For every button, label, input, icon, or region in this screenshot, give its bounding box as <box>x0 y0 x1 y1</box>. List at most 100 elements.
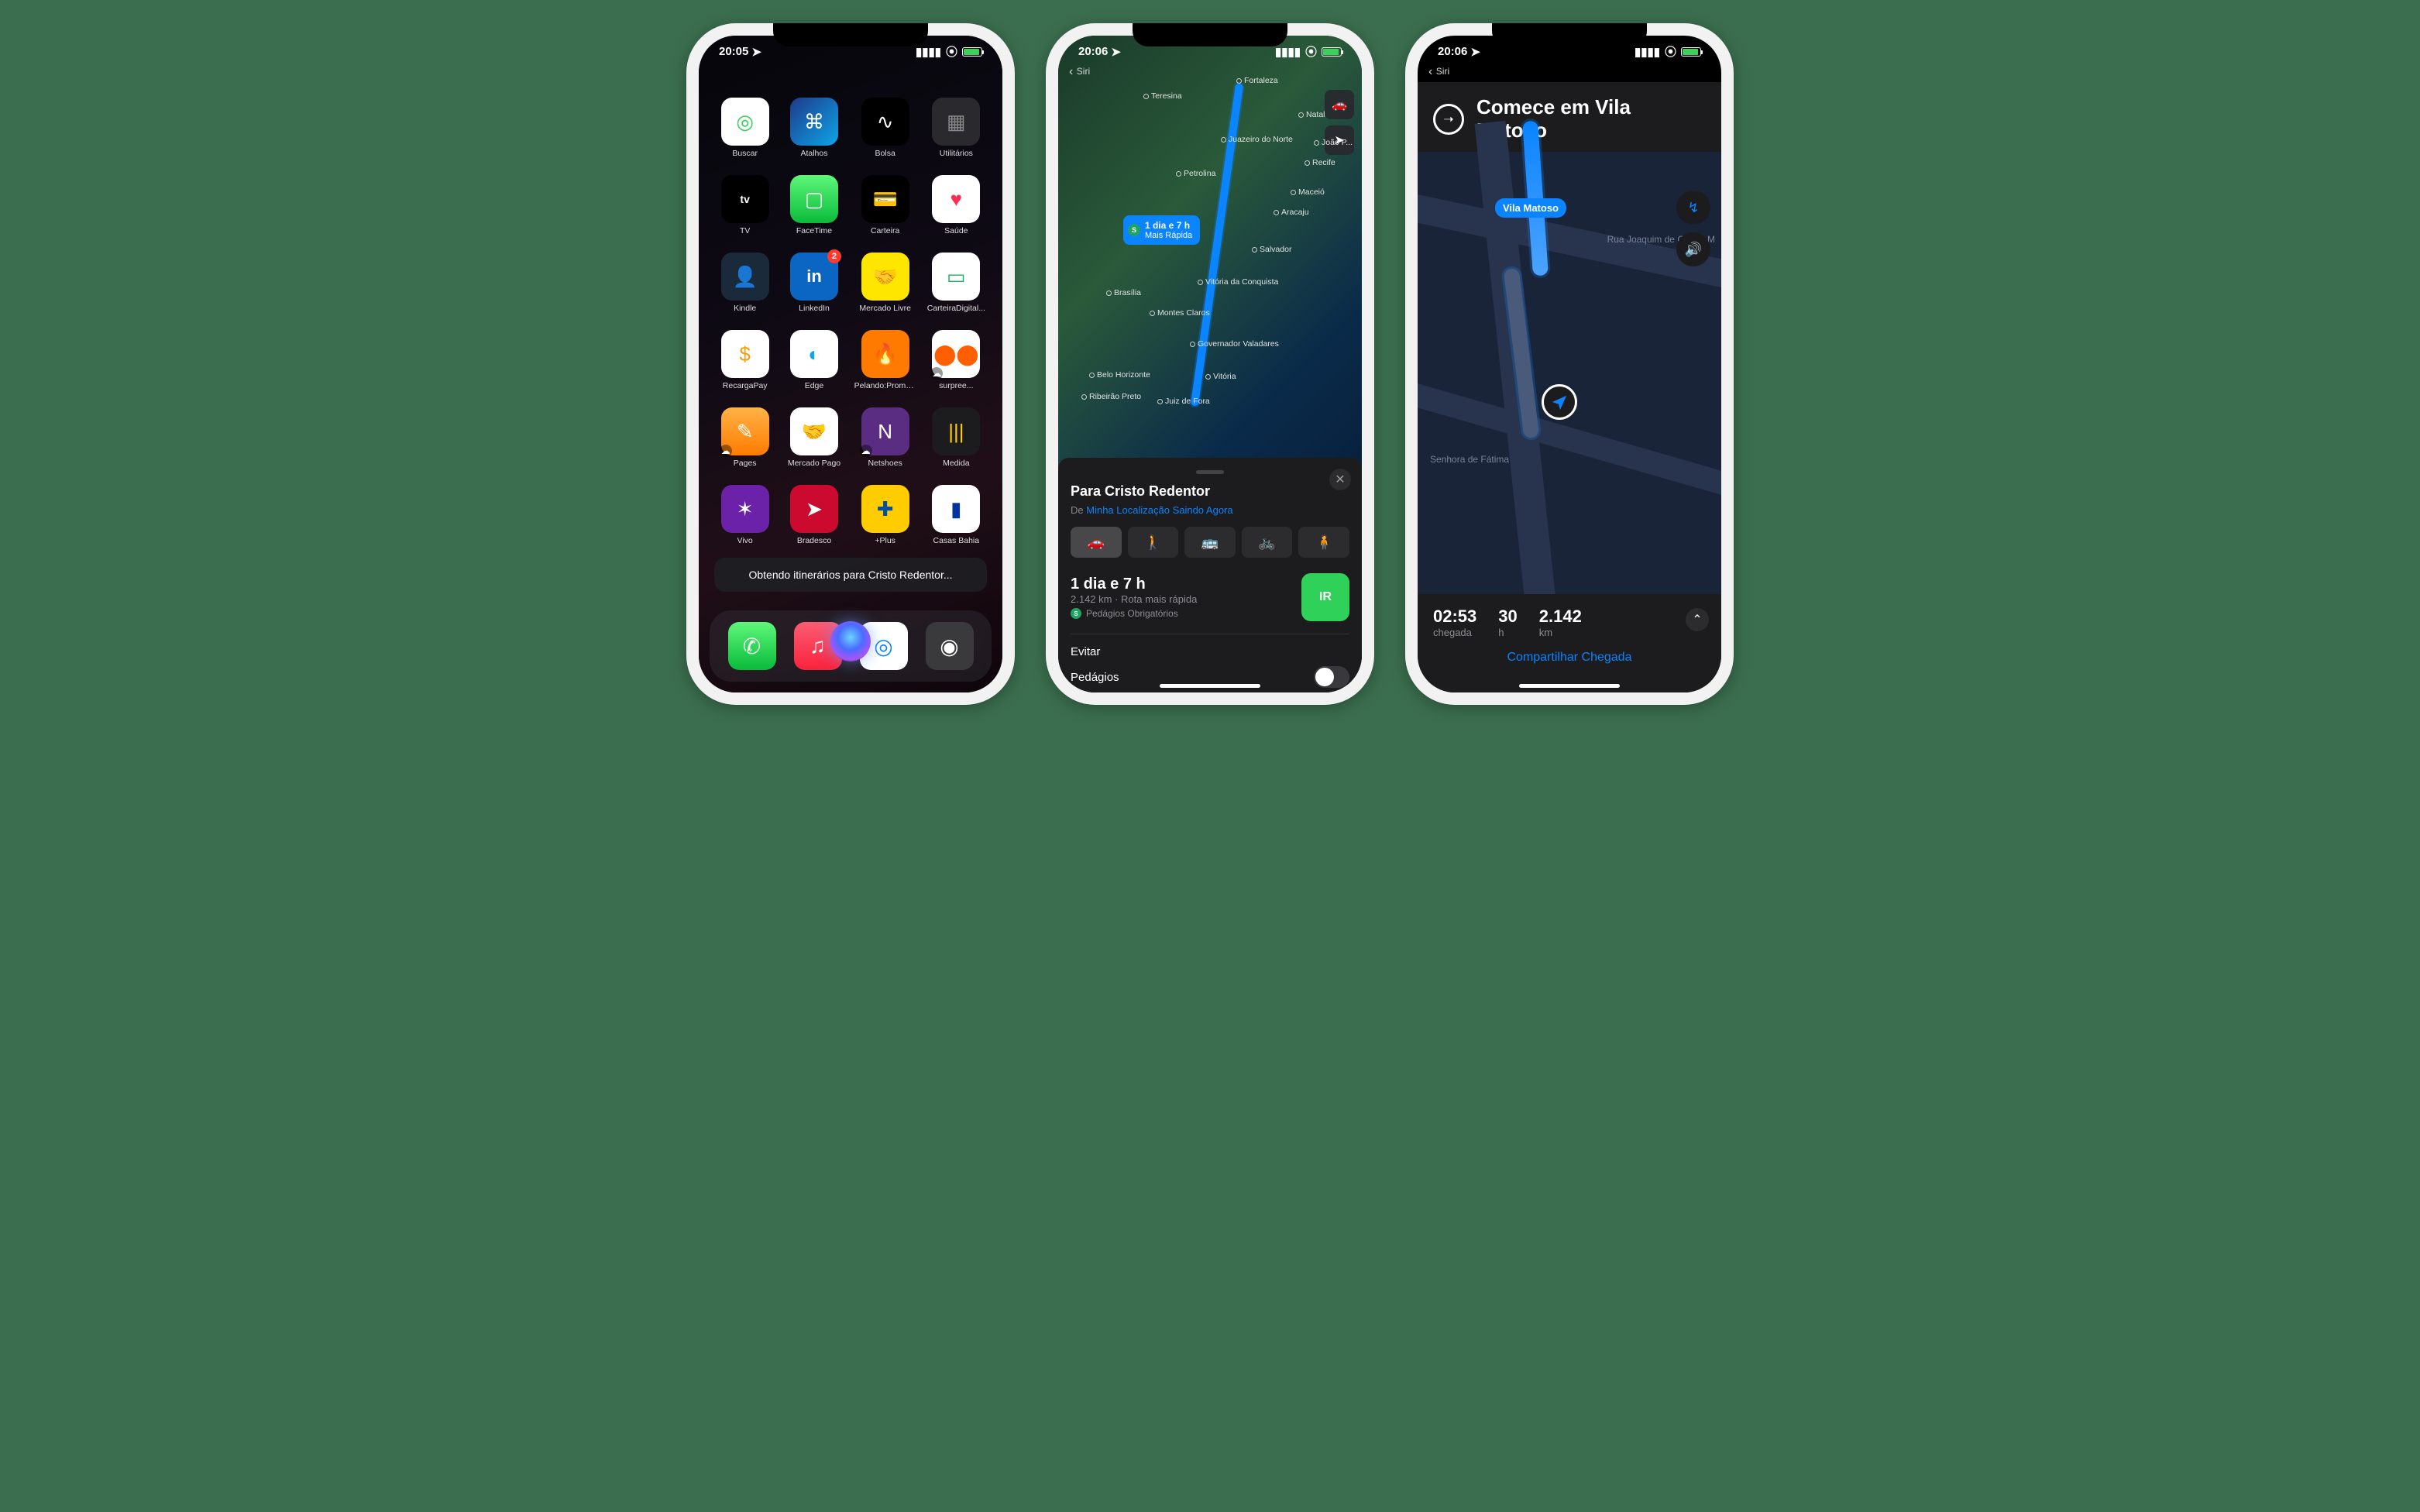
notch <box>1492 23 1647 46</box>
app-bolsa[interactable]: ∿Bolsa <box>854 98 916 158</box>
dock-app-phone[interactable]: ✆ <box>728 622 776 670</box>
clock: 20:05 <box>719 45 748 58</box>
app-atalhos[interactable]: ⌘Atalhos <box>785 98 843 158</box>
battery-icon <box>1681 47 1701 57</box>
trip-stats: 02:53chegada 30h 2.142km <box>1433 607 1706 638</box>
app-medida[interactable]: ||| Medida <box>927 407 985 468</box>
app-casas-bahia[interactable]: ▮Casas Bahia <box>927 485 985 545</box>
tooltip-duration: 1 dia e 7 h <box>1145 220 1192 231</box>
toll-badge-icon: S <box>1128 224 1140 236</box>
battery-icon <box>962 47 982 57</box>
app-icon: 💳 <box>861 175 909 223</box>
app-icon: ||| <box>932 407 980 455</box>
battery-icon <box>1322 47 1342 57</box>
app-label: Casas Bahia <box>933 536 980 545</box>
city-label: Aracaju <box>1274 208 1309 217</box>
nav-map-canvas[interactable]: Vila Matoso Rua Joaquim de Castro M Senh… <box>1418 152 1721 607</box>
app-netshoes[interactable]: N☁Netshoes <box>854 407 916 468</box>
app-surpree-[interactable]: ⬤⬤☁surpree... <box>927 330 985 390</box>
city-label: Belo Horizonte <box>1089 370 1150 380</box>
app-vivo[interactable]: ✶Vivo <box>716 485 774 545</box>
siri-orb-icon[interactable] <box>830 621 871 662</box>
dock-app-camera[interactable]: ◉ <box>926 622 974 670</box>
app-buscar[interactable]: ◎Buscar <box>716 98 774 158</box>
app-label: Vivo <box>737 536 753 545</box>
app-label: Pages <box>734 459 757 468</box>
city-label: Governador Valadares <box>1190 339 1279 349</box>
app-recargapay[interactable]: $RecargaPay <box>716 330 774 390</box>
maps-nav-screen: 20:06➤ ▮▮▮▮⦿ Siri ➝ Comece em Vila Matos… <box>1418 36 1721 692</box>
from-location-link[interactable]: Minha Localização <box>1086 504 1170 516</box>
app-grid: ◎Buscar⌘Atalhos∿Bolsa▦Utilitários tvTV▢Fa… <box>699 98 1002 545</box>
app-icon: 👤 <box>721 253 769 301</box>
app--plus[interactable]: ✚+Plus <box>854 485 916 545</box>
route-duration: 1 dia e 7 h <box>1071 576 1197 593</box>
device-frame-1: 20:05 ➤ ▮▮▮▮ ⦿ ◎Buscar⌘Atalhos∿Bolsa▦Uti… <box>686 23 1015 705</box>
street-pill: Vila Matoso <box>1495 198 1566 218</box>
app-facetime[interactable]: ▢FaceTime <box>785 175 843 235</box>
app-kindle[interactable]: 👤Kindle <box>716 253 774 313</box>
mode-rideshare[interactable]: 🧍 <box>1298 527 1349 558</box>
back-to-siri-button[interactable]: Siri <box>1428 65 1449 79</box>
city-label: Salvador <box>1252 245 1291 254</box>
route-tooltip[interactable]: S 1 dia e 7 h Mais Rápida <box>1123 215 1200 245</box>
app-label: Edge <box>805 381 824 390</box>
app-linkedin[interactable]: in2LinkedIn <box>785 253 843 313</box>
app-label: Medida <box>943 459 969 468</box>
app-mercado-livre[interactable]: 🤝Mercado Livre <box>854 253 916 313</box>
mode-cycle[interactable]: 🚲 <box>1242 527 1293 558</box>
app-bradesco[interactable]: ➤Bradesco <box>785 485 843 545</box>
route-card[interactable]: 1 dia e 7 h 2.142 km · Rota mais rápida … <box>1071 569 1349 634</box>
city-label: Fortaleza <box>1236 76 1278 85</box>
location-icon: ➤ <box>1470 45 1480 59</box>
mode-transit[interactable]: 🚌 <box>1184 527 1236 558</box>
home-indicator[interactable] <box>1519 684 1620 688</box>
app-icon: ✎☁ <box>721 407 769 455</box>
mode-drive[interactable]: 🚗 <box>1071 527 1122 558</box>
toll-icon: S <box>1071 608 1081 619</box>
app-sa-de[interactable]: ♥Saúde <box>927 175 985 235</box>
city-label: Montes Claros <box>1150 308 1210 318</box>
depart-time-link[interactable]: Saindo Agora <box>1173 504 1233 516</box>
app-carteira[interactable]: 💳 Carteira <box>854 175 916 235</box>
sheet-grabber[interactable] <box>1196 470 1224 474</box>
route-overview-button[interactable]: ↯ <box>1676 191 1710 225</box>
route-sheet: ✕ Para Cristo Redentor De Minha Localiza… <box>1058 458 1362 692</box>
home-indicator[interactable] <box>1160 684 1260 688</box>
app-pages[interactable]: ✎☁ Pages <box>716 407 774 468</box>
app-utilit-rios[interactable]: ▦Utilitários <box>927 98 985 158</box>
transport-mode-button[interactable]: 🚗 <box>1325 90 1354 119</box>
app-edge[interactable]: ◐Edge <box>785 330 843 390</box>
app-label: Utilitários <box>940 149 973 158</box>
app-pelando-promo-[interactable]: 🔥Pelando:Promo... <box>854 330 916 390</box>
app-tv[interactable]: tvTV <box>716 175 774 235</box>
icloud-download-icon: ☁ <box>720 445 732 457</box>
distance-label: km <box>1539 627 1582 638</box>
audio-button[interactable]: 🔊 <box>1676 232 1710 266</box>
app-icon: 🤝 <box>861 253 909 301</box>
distance-value: 2.142 <box>1539 607 1582 627</box>
app-label: Carteira <box>871 226 899 235</box>
close-button[interactable]: ✕ <box>1329 469 1351 490</box>
app-icon: ∿ <box>861 98 909 146</box>
share-eta-button[interactable]: Compartilhar Chegada <box>1433 651 1706 665</box>
location-icon: ➤ <box>1111 45 1121 59</box>
transport-modes: 🚗 🚶 🚌 🚲 🧍 <box>1071 527 1349 558</box>
city-label: Petrolina <box>1176 169 1215 178</box>
app-icon: $ <box>721 330 769 378</box>
app-mercado-pago[interactable]: 🤝Mercado Pago <box>785 407 843 468</box>
wifi-icon: ⦿ <box>946 43 957 60</box>
avoid-tolls-toggle[interactable] <box>1314 666 1349 688</box>
nav-instruction-banner: ➝ Comece em Vila Matoso <box>1418 82 1721 156</box>
go-button[interactable]: IR <box>1301 573 1349 621</box>
app-carteiradigital-[interactable]: ▭CarteiraDigital... <box>927 253 985 313</box>
icloud-download-icon: ☁ <box>860 445 872 457</box>
back-to-siri-button[interactable]: Siri <box>1069 65 1090 79</box>
mode-walk[interactable]: 🚶 <box>1128 527 1179 558</box>
tooltip-sub: Mais Rápida <box>1145 231 1192 240</box>
expand-button[interactable]: ⌃ <box>1686 608 1709 631</box>
app-icon: N☁ <box>861 407 909 455</box>
notch <box>1133 23 1287 46</box>
app-label: Buscar <box>732 149 758 158</box>
app-label: FaceTime <box>796 226 832 235</box>
